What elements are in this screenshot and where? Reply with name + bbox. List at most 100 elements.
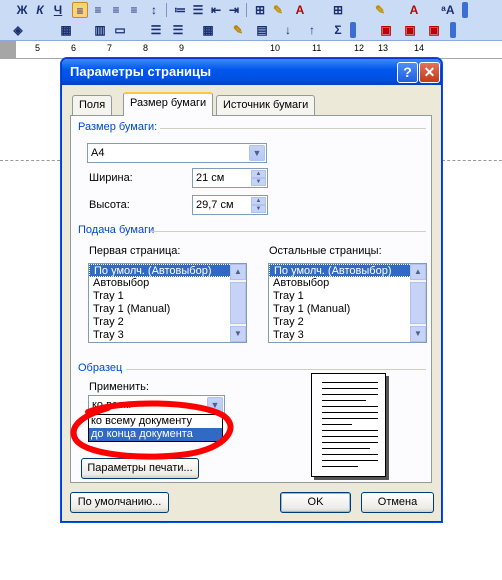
help-button[interactable]: ?	[397, 62, 418, 83]
ruler-margin	[0, 41, 16, 59]
list-item[interactable]: Автовыбор	[269, 277, 426, 290]
other-pages-list[interactable]: По умолч. (Автовыбор) Автовыбор Tray 1 T…	[268, 263, 427, 343]
columns-icon[interactable]: ▥	[92, 22, 108, 38]
dialog-titlebar[interactable]: Параметры страницы ? ✕	[62, 59, 441, 85]
scroll-up-icon[interactable]: ▲	[230, 264, 246, 280]
list-item[interactable]: Автовыбор	[89, 277, 246, 290]
tab-paper-size[interactable]: Размер бумаги	[123, 92, 214, 116]
table-icon[interactable]: ▦	[58, 22, 74, 38]
align-left-icon[interactable]: ≡	[72, 2, 88, 18]
toolbar-separator	[246, 3, 247, 17]
autosum-icon[interactable]: Σ	[330, 22, 346, 38]
preview-line	[322, 406, 378, 407]
fill-color-icon[interactable]: ◈	[10, 22, 26, 38]
align-right-icon[interactable]: ≡	[108, 2, 124, 18]
justify-icon[interactable]: ≡	[126, 2, 142, 18]
highlight-color-icon[interactable]: ✎	[372, 2, 388, 18]
list-item[interactable]: Tray 2	[269, 316, 426, 329]
pdf-review-icon[interactable]: ▣	[426, 22, 442, 38]
chevron-down-icon[interactable]: ▼	[207, 397, 223, 413]
list-item[interactable]: Tray 1	[269, 290, 426, 303]
align-center-icon[interactable]: ≡	[90, 2, 106, 18]
toolbar-options-icon[interactable]	[350, 22, 356, 38]
ruler-number: 11	[312, 43, 322, 53]
close-button[interactable]: ✕	[419, 62, 440, 83]
paper-feed-group-label: Подача бумаги	[78, 224, 155, 236]
highlight-icon[interactable]: ✎	[270, 2, 286, 18]
tab-margins[interactable]: Поля	[72, 95, 113, 115]
ruler-number: 6	[71, 43, 77, 53]
pdf-mail-icon[interactable]: ▣	[402, 22, 418, 38]
list-icon[interactable]: ☰	[170, 22, 186, 38]
cancel-button[interactable]: Отмена	[361, 492, 434, 513]
scrollbar[interactable]: ▲ ▼	[230, 264, 246, 342]
apply-to-select[interactable]: ко всем ▼	[88, 395, 225, 415]
scroll-down-icon[interactable]: ▼	[410, 326, 426, 342]
italic-icon[interactable]: К	[32, 2, 48, 18]
ok-button[interactable]: OK	[280, 492, 351, 513]
spin-up-icon[interactable]: ▲	[251, 197, 266, 205]
width-spinner[interactable]: 21 см ▲ ▼	[192, 168, 268, 188]
spin-down-icon[interactable]: ▼	[251, 178, 266, 186]
default-button[interactable]: По умолчанию...	[70, 492, 169, 513]
bullets-icon[interactable]: ☰	[190, 2, 206, 18]
first-page-list[interactable]: По умолч. (Автовыбор) Автовыбор Tray 1 T…	[88, 263, 247, 343]
scroll-up-icon[interactable]: ▲	[410, 264, 426, 280]
frame-icon[interactable]: ▭	[112, 22, 128, 38]
dropdown-option[interactable]: до конца документа	[89, 428, 222, 441]
toolbar-options-icon[interactable]	[450, 22, 456, 38]
increase-indent-icon[interactable]: ⇥	[226, 2, 242, 18]
chevron-down-icon[interactable]: ▼	[249, 145, 265, 161]
paper-size-value: A4	[91, 147, 105, 159]
apply-to-dropdown-list[interactable]: ко всему документу до конца документа	[88, 414, 223, 442]
line-spacing-icon[interactable]: ↕	[146, 2, 162, 18]
horizontal-ruler[interactable]: 5 6 7 8 9 10 11 12 13 14	[0, 41, 502, 59]
pdf-icon[interactable]: ▣	[378, 22, 394, 38]
preview-line	[322, 424, 352, 425]
scroll-thumb[interactable]	[410, 282, 426, 324]
spin-down-icon[interactable]: ▼	[251, 205, 266, 213]
list-item[interactable]: Tray 1 (Manual)	[269, 303, 426, 316]
group-divider	[160, 128, 426, 129]
borders-dropdown-icon[interactable]: ⊞	[330, 2, 346, 18]
list-item[interactable]: Tray 2	[89, 316, 246, 329]
scroll-thumb[interactable]	[230, 282, 246, 324]
ruler-number: 10	[270, 43, 281, 53]
align-icon[interactable]: ☰	[148, 22, 164, 38]
tab-paper-source[interactable]: Источник бумаги	[216, 95, 316, 115]
paper-size-group-label: Размер бумаги:	[78, 121, 158, 133]
preview-line	[322, 448, 370, 449]
font-color-icon[interactable]: A	[292, 2, 308, 18]
borders-icon[interactable]: ⊞	[252, 2, 268, 18]
list-item[interactable]: По умолч. (Автовыбор)	[89, 264, 246, 277]
list-item[interactable]: По умолч. (Автовыбор)	[269, 264, 426, 277]
paper-size-select[interactable]: A4 ▼	[87, 143, 267, 163]
sort-icon[interactable]: ↓	[280, 22, 296, 38]
grid-icon[interactable]: ▦	[200, 22, 216, 38]
decrease-indent-icon[interactable]: ⇤	[208, 2, 224, 18]
scrollbar[interactable]: ▲ ▼	[410, 264, 426, 342]
bold-icon[interactable]: Ж	[14, 2, 30, 18]
group-divider	[150, 231, 426, 232]
numbering-icon[interactable]: ≔	[172, 2, 188, 18]
print-options-button[interactable]: Параметры печати...	[81, 458, 199, 479]
list-item[interactable]: Tray 3	[89, 329, 246, 342]
text-color-icon[interactable]: A	[406, 2, 422, 18]
list-item[interactable]: Tray 1	[89, 290, 246, 303]
dropdown-option[interactable]: ко всему документу	[89, 415, 222, 428]
toolbar-options-icon[interactable]	[462, 2, 468, 18]
scroll-down-icon[interactable]: ▼	[230, 326, 246, 342]
underline-icon[interactable]: Ч	[50, 2, 66, 18]
group-divider	[126, 369, 426, 370]
preview-line	[322, 454, 378, 455]
sort-desc-icon[interactable]: ↑	[304, 22, 320, 38]
spin-up-icon[interactable]: ▲	[251, 170, 266, 178]
list-item[interactable]: Tray 3	[269, 329, 426, 342]
distribute-rows-icon[interactable]: ▤	[254, 22, 270, 38]
height-spinner[interactable]: 29,7 см ▲ ▼	[192, 195, 268, 215]
height-value: 29,7 см	[196, 199, 234, 211]
preview-line	[322, 442, 378, 443]
autoformat-icon[interactable]: ✎	[230, 22, 246, 38]
change-case-icon[interactable]: ᵃA	[440, 2, 456, 18]
list-item[interactable]: Tray 1 (Manual)	[89, 303, 246, 316]
